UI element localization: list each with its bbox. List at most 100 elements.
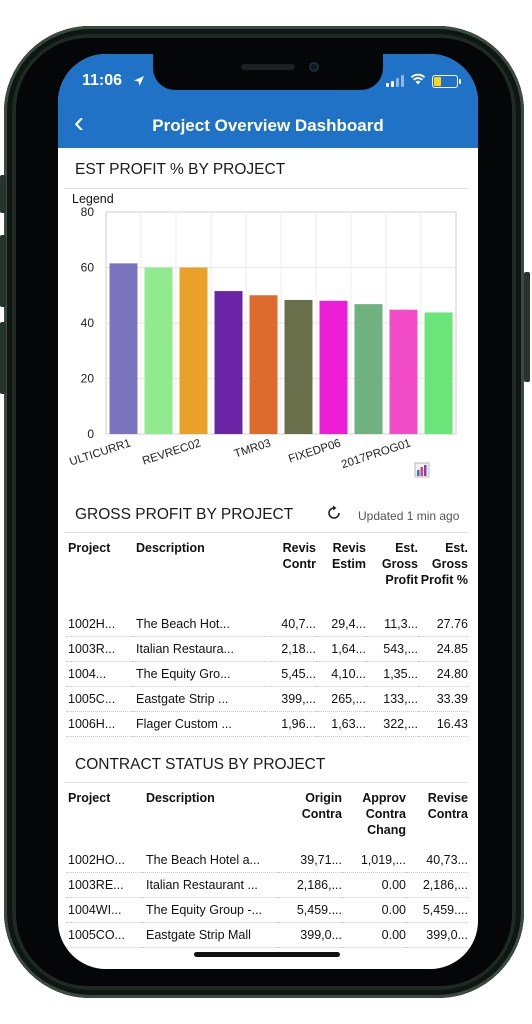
home-indicator[interactable] bbox=[194, 952, 340, 957]
table-cell: The Equity Group -... bbox=[142, 897, 278, 923]
table-cell: 322,... bbox=[366, 711, 418, 737]
bar bbox=[214, 291, 243, 434]
speaker-grille bbox=[241, 64, 295, 70]
gross-profit-title: GROSS PROFIT BY PROJECT bbox=[75, 506, 294, 523]
table-cell: 1004... bbox=[66, 661, 132, 687]
power-button bbox=[524, 272, 530, 382]
col-project[interactable]: Project bbox=[66, 540, 132, 612]
table-cell: 1,63... bbox=[316, 711, 366, 737]
table-cell: 11,3... bbox=[366, 612, 418, 637]
col-est-gross-profit[interactable]: Est. Gross Profit bbox=[366, 540, 418, 612]
table-cell: 133,... bbox=[366, 686, 418, 712]
table-cell: 5,459.... bbox=[406, 897, 468, 923]
table-cell: 1,64... bbox=[316, 636, 366, 662]
table-cell: 29,4... bbox=[316, 612, 366, 637]
app-screen: 11:06 ‹ Project Overview Dashboard EST P… bbox=[58, 54, 478, 969]
table-cell: 4,10... bbox=[316, 661, 366, 687]
bar bbox=[284, 299, 313, 434]
page-title: Project Overview Dashboard bbox=[152, 116, 384, 135]
table-cell: Eastgate Strip ... bbox=[132, 686, 264, 712]
table-cell: 1003RE... bbox=[66, 872, 142, 898]
col-est-gross-profit-pct[interactable]: Est. Gross Profit % bbox=[418, 540, 468, 612]
bar-chart-icon[interactable] bbox=[414, 462, 430, 483]
table-cell: 1004WI... bbox=[66, 897, 142, 923]
table-row[interactable]: 1005CO... Eastgate Strip Mall 399,0... 0.00… bbox=[66, 922, 468, 948]
col-revised-estimate[interactable]: Revis Estim bbox=[316, 540, 366, 612]
table-cell: Flager Custom ... bbox=[132, 711, 264, 737]
notch bbox=[153, 54, 383, 90]
x-tick-label: REVREC02 bbox=[141, 437, 202, 467]
table-cell: 399,0... bbox=[278, 922, 342, 948]
col-approved-change[interactable]: Approv Contra Chang bbox=[342, 790, 406, 848]
table-cell: Eastgate Strip Mall bbox=[142, 922, 278, 948]
divider bbox=[64, 532, 468, 533]
bar bbox=[389, 309, 418, 434]
table-row[interactable]: 1003RE... Italian Restaurant ... 2,186,...… bbox=[66, 872, 468, 898]
x-tick-label: 2017PROG01 bbox=[340, 437, 412, 471]
bar bbox=[249, 295, 278, 434]
table-cell: The Beach Hot... bbox=[132, 612, 264, 637]
table-cell: 399,... bbox=[264, 686, 316, 712]
table-cell: 2,18... bbox=[264, 636, 316, 662]
battery-icon bbox=[432, 74, 461, 88]
table-row[interactable]: 1003R... Italian Restaura... 2,18... 1,64..… bbox=[66, 636, 468, 662]
table-cell: 24.85 bbox=[418, 636, 468, 662]
table-cell: 265,... bbox=[316, 686, 366, 712]
table-row[interactable]: 1004... The Equity Gro... 5,45... 4,10... 1,… bbox=[66, 661, 468, 687]
table-cell: 1,96... bbox=[264, 711, 316, 737]
table-cell: 5,459.... bbox=[278, 897, 342, 923]
table-cell: The Beach Hotel a... bbox=[142, 848, 278, 873]
est-profit-chart: 0 20 40 60 80 ULTICURR1 REVREC02 TMR03 FIXEDP062… bbox=[68, 205, 457, 471]
nav-bar: ‹ Project Overview Dashboard bbox=[58, 102, 478, 148]
col-description[interactable]: Description bbox=[142, 790, 278, 848]
table-cell: 2,186,... bbox=[406, 872, 468, 898]
x-tick-label: FIXEDP06 bbox=[287, 437, 342, 465]
table-row[interactable]: 1004WI... The Equity Group -... 5,459.... 0… bbox=[66, 897, 468, 923]
front-camera bbox=[309, 62, 319, 72]
bar bbox=[179, 267, 208, 434]
table-cell: 1003R... bbox=[66, 636, 132, 662]
table-cell: 24.80 bbox=[418, 661, 468, 687]
bar bbox=[424, 312, 453, 434]
table-row[interactable]: 1002H... The Beach Hot... 40,7... 29,4... 11… bbox=[66, 612, 468, 637]
volume-up-button bbox=[0, 235, 6, 307]
contract-status-table: Project Description Origin Contra Approv… bbox=[66, 790, 468, 948]
col-project[interactable]: Project bbox=[66, 790, 142, 848]
x-tick-label: ULTICURR1 bbox=[68, 437, 132, 468]
table-cell: 399,0... bbox=[406, 922, 468, 948]
bar bbox=[354, 304, 383, 434]
y-tick-label: 0 bbox=[87, 427, 94, 441]
x-tick-label: TMR03 bbox=[233, 437, 273, 460]
bar bbox=[144, 267, 173, 434]
col-revised-contract[interactable]: Revis Contr bbox=[264, 540, 316, 612]
y-tick-label: 60 bbox=[81, 261, 95, 275]
table-row[interactable]: 1005C... Eastgate Strip ... 399,... 265,...… bbox=[66, 686, 468, 712]
table-row[interactable]: 1002HO... The Beach Hotel a... 39,71... 1,0… bbox=[66, 848, 468, 873]
wifi-icon bbox=[410, 72, 426, 90]
table-cell: 1006H... bbox=[66, 711, 132, 737]
col-description[interactable]: Description bbox=[132, 540, 264, 612]
table-cell: 16.43 bbox=[418, 711, 468, 737]
contract-status-title: CONTRACT STATUS BY PROJECT bbox=[75, 756, 326, 773]
table-cell: 39,71... bbox=[278, 848, 342, 873]
col-revised-contract[interactable]: Revise Contra bbox=[406, 790, 468, 848]
table-cell: 40,7... bbox=[264, 612, 316, 637]
table-cell: 33.39 bbox=[418, 686, 468, 712]
y-tick-label: 20 bbox=[81, 372, 95, 386]
status-time: 11:06 bbox=[82, 72, 123, 89]
est-profit-title: EST PROFIT % BY PROJECT bbox=[75, 161, 286, 178]
refresh-icon[interactable] bbox=[325, 504, 343, 527]
table-cell: The Equity Gro... bbox=[132, 661, 264, 687]
updated-timestamp: Updated 1 min ago bbox=[358, 509, 460, 523]
location-arrow-icon bbox=[133, 74, 145, 92]
bar bbox=[109, 263, 138, 434]
bar bbox=[319, 300, 348, 434]
table-cell: 1005CO... bbox=[66, 922, 142, 948]
y-tick-label: 80 bbox=[81, 205, 95, 219]
table-row[interactable]: 1006H... Flager Custom ... 1,96... 1,63... 3… bbox=[66, 711, 468, 737]
table-cell: 0.00 bbox=[342, 897, 406, 923]
y-tick-label: 40 bbox=[81, 316, 95, 330]
table-cell: 5,45... bbox=[264, 661, 316, 687]
col-original-contract[interactable]: Origin Contra bbox=[278, 790, 342, 848]
table-cell: 0.00 bbox=[342, 872, 406, 898]
